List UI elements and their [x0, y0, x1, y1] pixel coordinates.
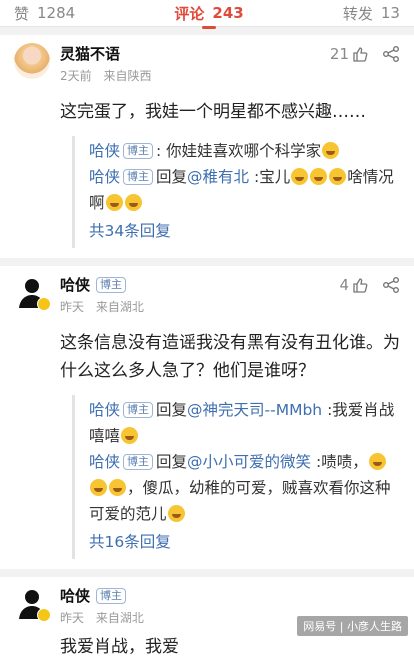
tab-shares-count: 13 [380, 4, 400, 22]
comment-location: 来自湖北 [95, 611, 144, 625]
thumbs-up-icon [353, 47, 368, 62]
comment-time: 2天前 [60, 69, 92, 83]
scream-emoji-icon [329, 168, 347, 185]
tab-likes-label: 赞 [14, 4, 30, 23]
avatar[interactable] [14, 274, 51, 311]
laugh-cry-emoji-icon [124, 194, 142, 211]
laugh-cry-emoji-icon [90, 479, 107, 496]
reply-prefix: 回复 [156, 401, 188, 419]
share-icon[interactable] [382, 276, 400, 294]
like-button[interactable]: 21 [330, 45, 368, 63]
more-replies-link[interactable]: 共16条回复 [89, 529, 400, 555]
like-count: 21 [329, 45, 349, 63]
verified-badge-icon [37, 297, 51, 311]
reply-list: 哈侠 博主: 你娃娃喜欢哪个科学家 哈侠 博主 回复@稚有北 :宝儿 啥情况啊 共34条… [72, 136, 400, 248]
laugh-cry-emoji-icon [368, 453, 386, 470]
reply-username[interactable]: 哈侠 [89, 453, 120, 471]
comment-location: 来自陕西 [103, 69, 152, 83]
mention-link[interactable]: @稚有北 [187, 168, 249, 186]
reply-text-2: ，傻瓜，幼稚的可爱，贼喜欢看你这种可爱的范儿 [89, 479, 391, 523]
crying-emoji-icon [322, 142, 340, 159]
blogger-tag: 博主 [123, 454, 154, 470]
comment-content: 这条信息没有造谣我没有黑有没有丑化谁。为什么这么多人急了？他们是谁呀？ [60, 333, 400, 381]
reply-list: 哈侠 博主 回复@神完天司--MMbh :我爱肖战 嘻嘻 哈侠 博主 回复@小小可爱的微… [72, 395, 400, 559]
tab-comments[interactable]: 评论 243 [174, 3, 244, 29]
username[interactable]: 哈侠 [60, 274, 90, 295]
reply-text: :啧啧， [311, 453, 368, 471]
scream-emoji-icon [310, 168, 328, 185]
reply-username[interactable]: 哈侠 [89, 401, 120, 419]
tab-shares-label: 转发 [342, 4, 373, 23]
reply-item[interactable]: 哈侠 博主 回复@神完天司--MMbh :我爱肖战 嘻嘻 [89, 397, 400, 449]
share-icon[interactable] [382, 45, 400, 63]
like-button[interactable]: 4 [339, 276, 368, 294]
reply-item[interactable]: 哈侠 博主 回复@小小可爱的微笑 :啧啧， ，傻瓜，幼稚的可爱，贼喜欢看你这种可爱的范… [89, 449, 400, 527]
reply-item[interactable]: 哈侠 博主 回复@稚有北 :宝儿 啥情况啊 [89, 164, 400, 216]
thumbs-up-icon [353, 278, 368, 293]
reply-prefix: 回复 [156, 168, 188, 186]
more-replies-link[interactable]: 共34条回复 [89, 218, 400, 244]
comment-time: 昨天 [60, 611, 85, 625]
laugh-cry-emoji-icon [109, 479, 126, 496]
reply-text: 你娃娃喜欢哪个科学家 [161, 142, 322, 160]
laugh-cry-emoji-icon [167, 505, 185, 522]
avatar[interactable] [14, 585, 51, 622]
blogger-tag: 博主 [123, 143, 154, 159]
tab-likes-count: 1284 [37, 4, 76, 22]
comment-time: 昨天 [60, 300, 85, 314]
avatar[interactable] [14, 43, 50, 79]
blogger-tag: 博主 [123, 169, 154, 185]
mention-link[interactable]: @神完天司--MMbh [187, 401, 322, 419]
tab-comments-count: 243 [212, 4, 244, 22]
blogger-tag: 博主 [96, 587, 127, 604]
watermark: 网易号 | 小彦人生路 [297, 616, 408, 636]
tab-likes[interactable]: 赞 1284 [14, 3, 75, 24]
blogger-tag: 博主 [96, 276, 127, 293]
username[interactable]: 哈侠 [60, 585, 90, 606]
laugh-cry-emoji-icon [105, 194, 123, 211]
comment-content: 这完蛋了，我娃一个明星都不感兴趣…… [60, 102, 366, 122]
reply-text: :宝儿 [249, 168, 291, 186]
tab-bar: 赞 1284 评论 243 转发 13 [0, 0, 414, 29]
comment-item: 灵猫不语 2天前 来自陕西 21 这完蛋了，我娃一个明星都不感兴趣…… 哈侠 博主… [0, 35, 414, 266]
reply-prefix: 回复 [156, 453, 188, 471]
tab-comments-label: 评论 [174, 4, 205, 23]
reply-username[interactable]: 哈侠 [89, 168, 120, 186]
laugh-cry-emoji-icon [121, 427, 139, 444]
blogger-tag: 博主 [123, 402, 154, 418]
comment-location: 来自湖北 [95, 300, 144, 314]
scream-emoji-icon [291, 168, 309, 185]
mention-link[interactable]: @小小可爱的微笑 [187, 453, 311, 471]
username[interactable]: 灵猫不语 [60, 43, 120, 64]
verified-badge-icon [37, 608, 51, 622]
comment-item: 哈侠 博主 昨天 来自湖北 4 这条信息没有造谣我没有黑有没有丑化谁。为什么这么多… [0, 266, 414, 577]
reply-item[interactable]: 哈侠 博主: 你娃娃喜欢哪个科学家 [89, 138, 400, 164]
tab-shares[interactable]: 转发 13 [343, 3, 400, 24]
like-count: 4 [339, 276, 349, 294]
reply-username[interactable]: 哈侠 [89, 142, 120, 160]
